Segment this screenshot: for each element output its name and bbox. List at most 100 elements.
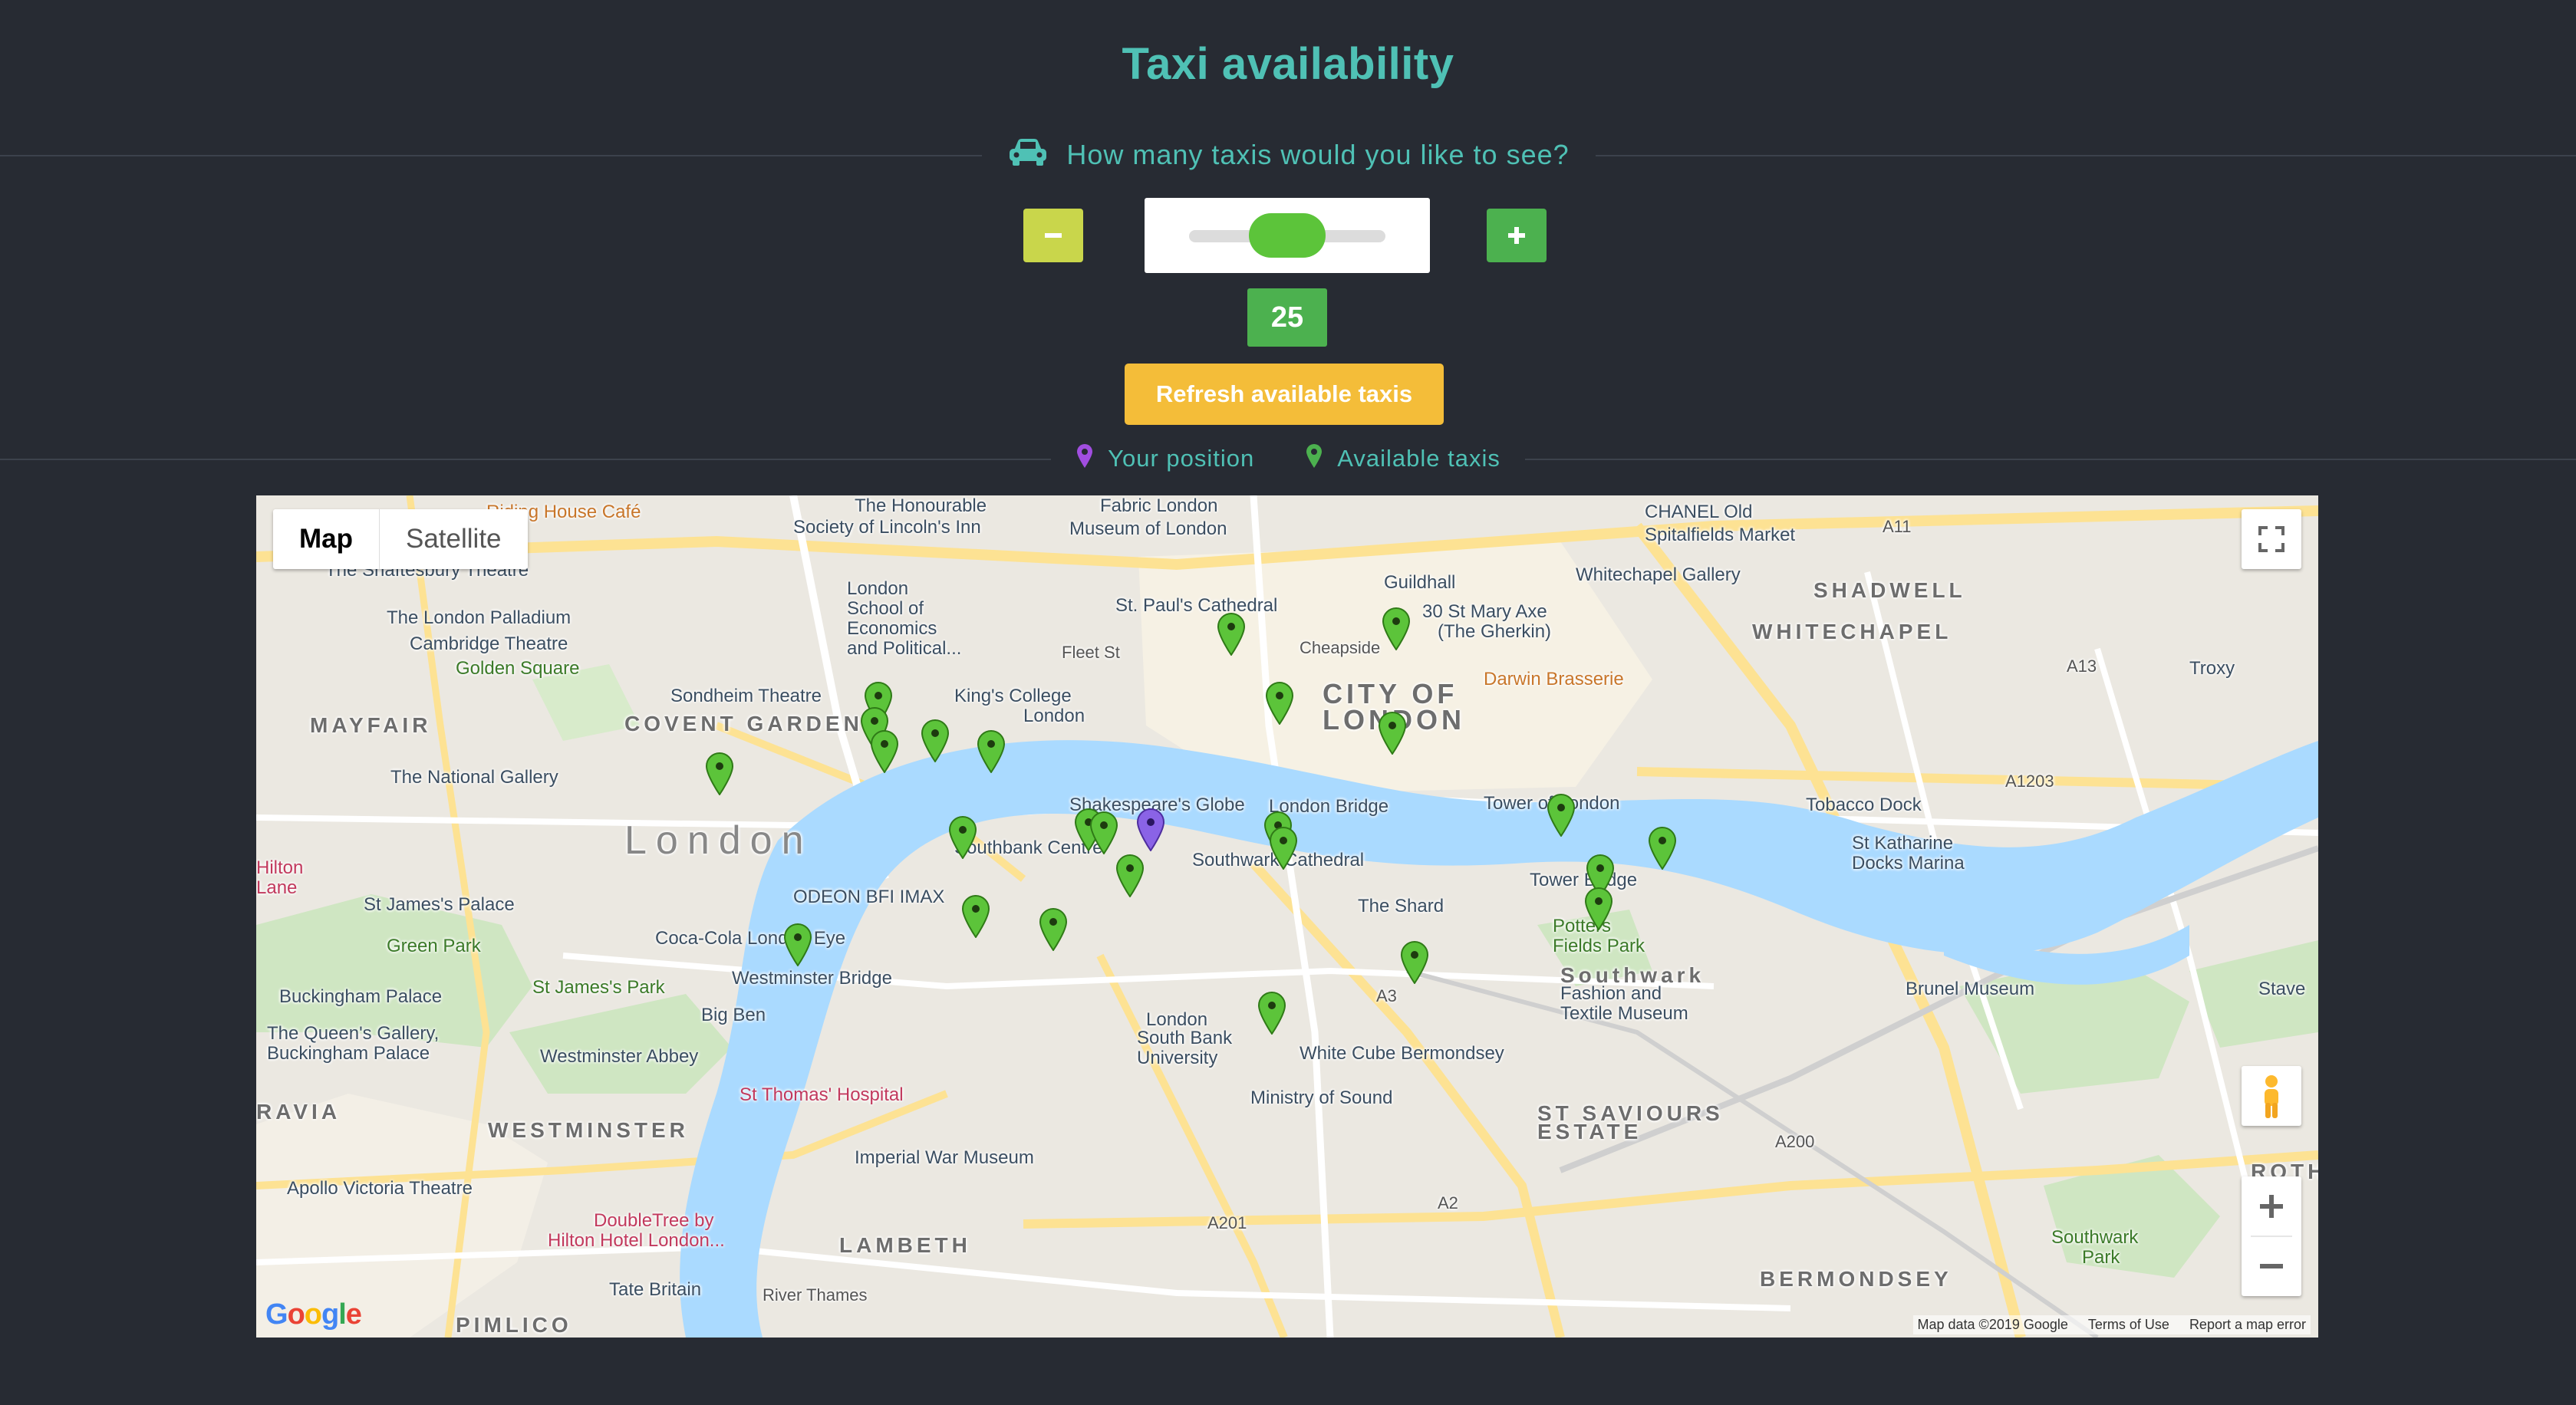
refresh-taxis-button[interactable]: Refresh available taxis xyxy=(1125,364,1444,425)
map-label: Stave xyxy=(2258,979,2306,999)
map-label: CHANEL Old xyxy=(1645,502,1753,522)
taxi-marker[interactable] xyxy=(948,816,977,860)
taxi-map[interactable]: Riding House Café The Honourable Society o… xyxy=(256,495,2318,1338)
map-label: Docks Marina xyxy=(1852,853,1965,874)
map-attribution: Map data ©2019 Google Terms of Use Repor… xyxy=(1912,1315,2311,1334)
map-label: and Political... xyxy=(847,638,962,659)
taxi-marker[interactable] xyxy=(1039,907,1068,952)
map-label: Troxy xyxy=(2189,658,2235,679)
map-label: London xyxy=(624,818,813,863)
map-label: Society of Lincoln's Inn xyxy=(793,517,981,538)
map-label: 30 St Mary Axe xyxy=(1422,601,1547,622)
map-label: COVENT GARDEN xyxy=(624,712,863,735)
map-label: Lane xyxy=(256,877,298,898)
map-label: White Cube Bermondsey xyxy=(1300,1043,1504,1064)
map-label: ESTATE xyxy=(1537,1120,1642,1143)
map-label: Whitechapel Gallery xyxy=(1576,564,1741,585)
map-label: University xyxy=(1137,1048,1218,1068)
increase-button[interactable] xyxy=(1487,209,1547,262)
map-label: King's College xyxy=(954,686,1072,706)
taxi-marker[interactable] xyxy=(1648,826,1677,870)
slider-thumb[interactable] xyxy=(1249,213,1326,258)
map-label: St Katharine xyxy=(1852,833,1954,854)
taxi-marker[interactable] xyxy=(1089,811,1118,855)
map-label: The London Palladium xyxy=(387,607,572,628)
google-logo: Google xyxy=(265,1298,362,1331)
taxi-count-badge: 25 xyxy=(1247,288,1327,347)
taxi-marker[interactable] xyxy=(1115,854,1145,898)
map-type-control: Map Satellite xyxy=(273,509,528,569)
map-label: St James's Park xyxy=(532,977,665,998)
report-map-error-link[interactable]: Report a map error xyxy=(2189,1317,2306,1333)
fullscreen-button[interactable] xyxy=(2242,509,2301,569)
map-label: (The Gherkin) xyxy=(1438,621,1552,642)
map-label: RAVIA xyxy=(256,1100,341,1124)
legend-your-position: Your position xyxy=(1108,445,1255,472)
street-view-pegman[interactable] xyxy=(2242,1066,2301,1126)
taxi-marker[interactable] xyxy=(1584,887,1613,932)
map-label: MAYFAIR xyxy=(310,713,432,737)
map-label: School of xyxy=(847,598,924,619)
taxi-marker[interactable] xyxy=(1400,940,1429,985)
map-label: Fashion and xyxy=(1560,983,1662,1004)
map-label: WHITECHAPEL xyxy=(1752,620,1952,643)
your-position-marker[interactable] xyxy=(1136,808,1165,853)
map-label: Buckingham Palace xyxy=(279,986,443,1007)
map-tab[interactable]: Map xyxy=(273,509,380,569)
map-label: Fabric London xyxy=(1100,495,1218,516)
map-label: The National Gallery xyxy=(390,767,558,788)
zoom-in-button[interactable] xyxy=(2242,1176,2301,1236)
taxi-marker[interactable] xyxy=(977,729,1006,774)
map-label: Cambridge Theatre xyxy=(410,633,568,654)
map-label: DoubleTree by xyxy=(594,1210,714,1231)
map-label: Economics xyxy=(847,618,937,639)
map-label: St James's Palace xyxy=(364,894,515,915)
map-label: A2 xyxy=(1438,1193,1458,1213)
map-label: Museum of London xyxy=(1069,518,1227,539)
map-label: Fleet St xyxy=(1062,643,1120,662)
taxi-marker[interactable] xyxy=(1382,607,1411,652)
map-label: Hilton Hotel London... xyxy=(548,1230,725,1251)
map-label: The Honourable xyxy=(855,495,987,516)
taxi-marker[interactable] xyxy=(783,923,812,967)
map-label: London xyxy=(1023,706,1085,726)
map-label: Spitalfields Market xyxy=(1645,525,1796,545)
satellite-tab[interactable]: Satellite xyxy=(380,509,528,569)
page-title: Taxi availability xyxy=(1122,39,1454,89)
map-label: PIMLICO xyxy=(456,1313,572,1337)
pegman-icon xyxy=(2265,1075,2278,1118)
taxi-marker[interactable] xyxy=(870,729,899,774)
map-label: Green Park xyxy=(387,936,481,956)
taxi-marker[interactable] xyxy=(1265,681,1294,726)
map-label: Brunel Museum xyxy=(1906,979,2035,999)
taxi-marker[interactable] xyxy=(1547,793,1576,837)
map-label: Darwin Brasserie xyxy=(1484,669,1624,689)
map-label: South Bank xyxy=(1137,1028,1233,1048)
taxi-marker[interactable] xyxy=(1269,826,1298,870)
map-label: WESTMINSTER xyxy=(488,1118,689,1142)
map-label: River Thames xyxy=(763,1285,868,1305)
taxi-marker[interactable] xyxy=(1378,712,1407,756)
map-data-credit: Map data ©2019 Google xyxy=(1917,1317,2068,1332)
taxi-marker[interactable] xyxy=(705,752,734,797)
decrease-button[interactable] xyxy=(1023,209,1083,262)
question-row: How many taxis would you like to see? xyxy=(0,132,2576,178)
car-icon xyxy=(1006,137,1049,174)
map-label: St Thomas' Hospital xyxy=(740,1084,904,1105)
map-label: Buckingham Palace xyxy=(267,1043,430,1064)
question-text: How many taxis would you like to see? xyxy=(1066,139,1570,170)
terms-of-use-link[interactable]: Terms of Use xyxy=(2088,1317,2169,1333)
map-label: Cheapside xyxy=(1300,638,1381,657)
taxi-count-slider[interactable] xyxy=(1145,198,1430,273)
zoom-out-button[interactable] xyxy=(2242,1236,2301,1296)
taxi-marker[interactable] xyxy=(961,895,990,939)
map-label: The Queen's Gallery, xyxy=(267,1023,440,1044)
map-label: BERMONDSEY xyxy=(1760,1267,1952,1291)
map-label: SHADWELL xyxy=(1813,578,1966,602)
taxi-marker[interactable] xyxy=(921,719,950,764)
taxi-marker[interactable] xyxy=(1217,612,1246,656)
map-label: ODEON BFI IMAX xyxy=(793,887,945,907)
map-label: Coca-Cola London Eye xyxy=(655,928,846,949)
taxi-marker[interactable] xyxy=(1257,992,1286,1036)
map-label: Imperial War Museum xyxy=(855,1147,1034,1168)
